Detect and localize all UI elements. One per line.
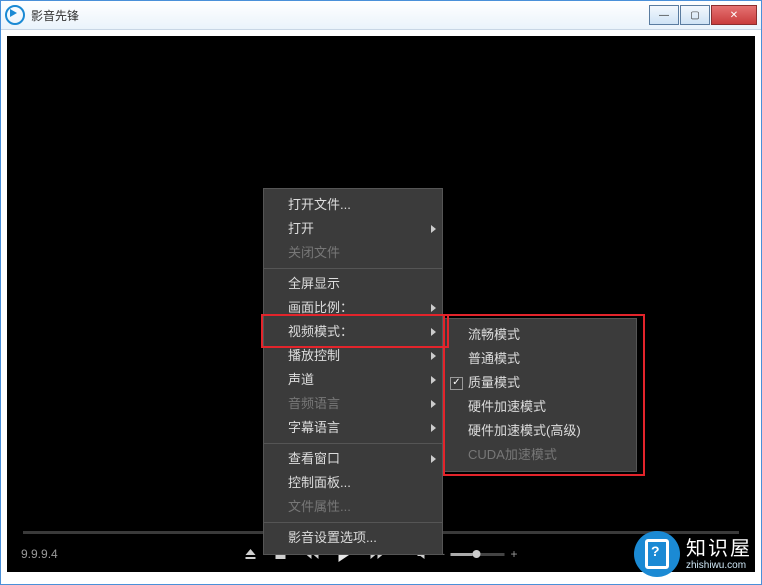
app-logo-icon (5, 5, 25, 25)
menu-subtitle-lang[interactable]: 字幕语言 (264, 416, 442, 440)
menu-close-file: 关闭文件 (264, 241, 442, 265)
submenu-hw-accel[interactable]: 硬件加速模式 (444, 395, 636, 419)
chevron-right-icon (431, 455, 436, 463)
context-menu: 打开文件... 打开 关闭文件 全屏显示 画面比例： 视频模式： 播放控制 声道… (263, 188, 443, 555)
version-label: 9.9.9.4 (21, 547, 58, 561)
chevron-right-icon (431, 352, 436, 360)
minimize-button[interactable]: — (649, 5, 679, 25)
titlebar: 影音先锋 — ▢ ✕ (1, 1, 761, 30)
maximize-button[interactable]: ▢ (680, 5, 710, 25)
menu-separator (264, 268, 442, 269)
window-title: 影音先锋 (31, 7, 79, 24)
submenu-hw-accel-adv[interactable]: 硬件加速模式(高级) (444, 419, 636, 443)
submenu-smooth[interactable]: 流畅模式 (444, 323, 636, 347)
menu-separator (264, 443, 442, 444)
chevron-right-icon (431, 304, 436, 312)
menu-play-control[interactable]: 播放控制 (264, 344, 442, 368)
menu-open[interactable]: 打开 (264, 217, 442, 241)
app-window: 影音先锋 — ▢ ✕ ny 9.9.9.4 — + (0, 0, 762, 585)
menu-view-window[interactable]: 查看窗口 (264, 447, 442, 471)
chevron-right-icon (431, 376, 436, 384)
submenu-cuda: CUDA加速模式 (444, 443, 636, 467)
menu-open-file[interactable]: 打开文件... (264, 193, 442, 217)
menu-fullscreen[interactable]: 全屏显示 (264, 272, 442, 296)
menu-aspect-ratio[interactable]: 画面比例： (264, 296, 442, 320)
menu-audio-lang: 音频语言 (264, 392, 442, 416)
window-buttons: — ▢ ✕ (648, 5, 757, 25)
submenu-normal[interactable]: 普通模式 (444, 347, 636, 371)
check-icon: ✓ (450, 377, 463, 390)
chevron-right-icon (431, 225, 436, 233)
volume-plus[interactable]: + (510, 547, 517, 561)
close-button[interactable]: ✕ (711, 5, 757, 25)
eject-button[interactable] (244, 548, 256, 560)
menu-file-props: 文件属性... (264, 495, 442, 519)
watermark-icon (634, 531, 680, 577)
menu-audio-channel[interactable]: 声道 (264, 368, 442, 392)
watermark-text: 知识屋 zhishiwu.com (686, 538, 752, 571)
menu-separator (264, 522, 442, 523)
video-mode-submenu: 流畅模式 普通模式 ✓质量模式 硬件加速模式 硬件加速模式(高级) CUDA加速… (443, 318, 637, 472)
chevron-right-icon (431, 400, 436, 408)
menu-control-panel[interactable]: 控制面板... (264, 471, 442, 495)
chevron-right-icon (431, 424, 436, 432)
chevron-right-icon (431, 328, 436, 336)
video-area[interactable]: ny 9.9.9.4 — + 打开文件... 打开 关闭文 (7, 36, 755, 572)
menu-av-settings[interactable]: 影音设置选项... (264, 526, 442, 550)
menu-video-mode[interactable]: 视频模式： (264, 320, 442, 344)
watermark: 知识屋 zhishiwu.com (634, 531, 752, 577)
volume-slider[interactable] (450, 553, 504, 556)
submenu-quality[interactable]: ✓质量模式 (444, 371, 636, 395)
